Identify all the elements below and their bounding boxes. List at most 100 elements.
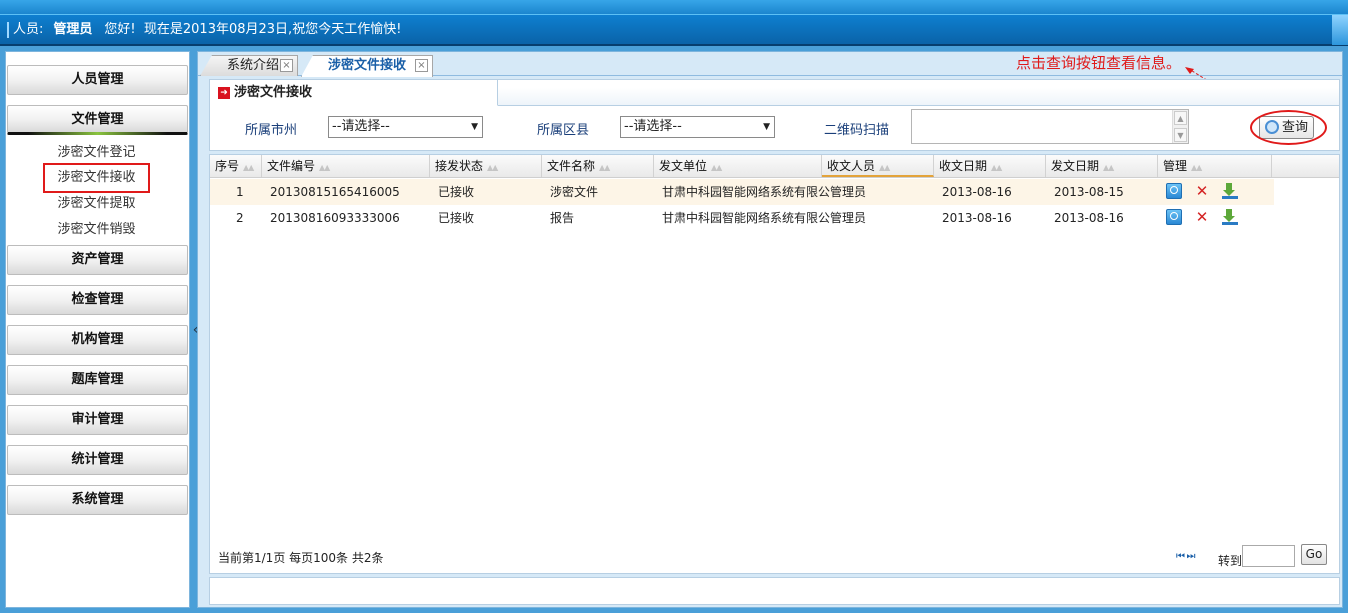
- cell-unit: 甘肃中科园智能网络系统有限公: [662, 185, 830, 199]
- sort-icon: ▲▲: [1191, 163, 1202, 172]
- col-header-label: 文件名称: [547, 159, 596, 173]
- sort-icon: ▲▲: [319, 163, 330, 172]
- col-header-code[interactable]: 文件编号 ▲▲: [262, 155, 430, 177]
- tab-system-intro[interactable]: 系统介绍 ×: [200, 55, 298, 76]
- menu-inspection[interactable]: 检查管理: [7, 285, 188, 315]
- download-icon[interactable]: [1222, 183, 1238, 199]
- main-panel: 系统介绍 × 涉密文件接收 × 点击查询按钮查看信息。 ➜ 涉密文件接收 所属市…: [197, 51, 1343, 608]
- cell-send-date: 2013-08-15: [1054, 185, 1124, 199]
- divider: [7, 21, 9, 38]
- cell-no: 2: [236, 211, 244, 225]
- col-header-label: 发文单位: [659, 159, 708, 173]
- header-banner: [0, 0, 1348, 14]
- delete-icon[interactable]: ✕: [1194, 209, 1210, 225]
- district-select[interactable]: --请选择-- ▼: [620, 116, 775, 138]
- col-header-unit[interactable]: 发文单位 ▲▲: [654, 155, 822, 177]
- section-header: ➜ 涉密文件接收: [210, 80, 498, 106]
- menu-statistics[interactable]: 统计管理: [7, 445, 188, 475]
- download-icon[interactable]: [1222, 209, 1238, 225]
- col-header-receiver[interactable]: 收文人员 ▲▲: [822, 155, 934, 177]
- submenu-label: 涉密文件登记: [57, 145, 136, 160]
- submenu-file-destroy[interactable]: 涉密文件销毁: [6, 218, 187, 242]
- greeting-text: 您好!: [104, 22, 136, 37]
- menu-system[interactable]: 系统管理: [7, 485, 188, 515]
- delete-icon[interactable]: ✕: [1194, 183, 1210, 199]
- cell-receiver: 管理员: [830, 185, 867, 199]
- view-icon[interactable]: [1166, 209, 1182, 225]
- city-select[interactable]: --请选择-- ▼: [328, 116, 483, 138]
- view-icon[interactable]: [1166, 183, 1182, 199]
- col-header-label: 发文日期: [1051, 159, 1100, 173]
- col-header-name[interactable]: 文件名称 ▲▲: [542, 155, 654, 177]
- menu-assets[interactable]: 资产管理: [7, 245, 188, 275]
- submenu-label: 涉密文件提取: [57, 196, 136, 211]
- close-icon[interactable]: ×: [415, 59, 428, 72]
- menu-audit[interactable]: 审计管理: [7, 405, 188, 435]
- scrollbar[interactable]: ▲ ▼: [1172, 110, 1188, 143]
- district-label: 所属区县: [537, 123, 590, 138]
- cell-status: 已接收: [438, 185, 475, 199]
- submenu-file-extract[interactable]: 涉密文件提取: [6, 192, 187, 216]
- col-header-label: 收文人员: [827, 159, 876, 173]
- scroll-down-icon[interactable]: ▼: [1174, 128, 1187, 142]
- sort-icon: ▲▲: [1103, 163, 1114, 172]
- cell-code: 20130816093333006: [270, 211, 400, 225]
- col-header-status[interactable]: 接发状态 ▲▲: [430, 155, 542, 177]
- goto-label: 转到: [1218, 554, 1243, 568]
- tab-file-receive[interactable]: 涉密文件接收 ×: [301, 55, 433, 77]
- pager-nav: ⏮ ⏭: [1176, 551, 1196, 562]
- district-select-value: --请选择--: [624, 119, 682, 134]
- cell-code: 20130815165416005: [270, 185, 400, 199]
- sidebar: 人员管理 文件管理 涉密文件登记 涉密文件接收 涉密文件提取 涉密文件销毁 资产…: [5, 51, 190, 608]
- last-page-icon[interactable]: ⏭: [1187, 551, 1196, 562]
- sort-icon: ▲▲: [879, 163, 890, 172]
- go-button[interactable]: Go: [1301, 544, 1327, 565]
- top-bar: 人员: 管理员 您好! 现在是2013年08月23日,祝您今天工作愉快!: [0, 0, 1348, 46]
- arrow-icon: ➜: [218, 87, 230, 99]
- submenu-label: 涉密文件销毁: [57, 222, 136, 237]
- data-grid: 序号 ▲▲ 文件编号 ▲▲ 接发状态 ▲▲ 文件名称 ▲▲ 发文单位 ▲▲ 收文人员 ▲▲ …: [209, 154, 1340, 574]
- annotation-circle: [1250, 110, 1327, 145]
- col-header-manage: 管理 ▲▲: [1158, 155, 1272, 177]
- sort-icon: ▲▲: [711, 163, 722, 172]
- goto-page-input[interactable]: [1242, 545, 1295, 567]
- tab-label: 系统介绍: [227, 58, 280, 73]
- first-page-icon[interactable]: ⏮: [1176, 551, 1185, 562]
- menu-question-bank[interactable]: 题库管理: [7, 365, 188, 395]
- dropdown-arrow-icon: ▼: [763, 122, 770, 132]
- dropdown-arrow-icon: ▼: [471, 122, 478, 132]
- section-title: 涉密文件接收: [234, 85, 313, 100]
- sort-icon: ▲▲: [243, 163, 254, 172]
- col-header-label: 文件编号: [267, 159, 316, 173]
- sort-icon: ▲▲: [487, 163, 498, 172]
- table-row[interactable]: 1 20130815165416005 已接收 涉密文件 甘肃中科园智能网络系统…: [210, 179, 1274, 205]
- qr-scan-label: 二维码扫描: [824, 123, 890, 138]
- user-label: 人员:: [13, 22, 44, 37]
- footer-area: [209, 577, 1340, 605]
- col-header-send-date[interactable]: 发文日期 ▲▲: [1046, 155, 1158, 177]
- cell-name: 涉密文件: [550, 185, 599, 199]
- menu-files[interactable]: 文件管理: [7, 105, 188, 135]
- scroll-up-icon[interactable]: ▲: [1174, 111, 1187, 125]
- cell-no: 1: [236, 185, 244, 199]
- submenu-file-receive[interactable]: 涉密文件接收: [6, 163, 187, 193]
- cell-unit: 甘肃中科园智能网络系统有限公: [662, 211, 830, 225]
- table-row[interactable]: 2 20130816093333006 已接收 报告 甘肃中科园智能网络系统有限…: [210, 205, 1274, 231]
- close-icon[interactable]: ×: [280, 59, 293, 72]
- col-header-label: 序号: [215, 159, 240, 173]
- qr-scan-textarea[interactable]: ▲ ▼: [911, 109, 1189, 144]
- search-panel: ➜ 涉密文件接收 所属市州 --请选择-- ▼ 所属区县 --请选择-- ▼ 二维码…: [209, 79, 1340, 151]
- corner-decoration: [1332, 15, 1348, 45]
- col-header-label: 管理: [1163, 159, 1188, 173]
- pager-info: 当前第1/1页 每页100条 共2条: [218, 551, 384, 565]
- tab-label: 涉密文件接收: [328, 58, 407, 73]
- menu-organization[interactable]: 机构管理: [7, 325, 188, 355]
- menu-personnel[interactable]: 人员管理: [7, 65, 188, 95]
- date-message: 现在是2013年08月23日,祝您今天工作愉快!: [143, 22, 402, 37]
- sort-icon: ▲▲: [599, 163, 610, 172]
- cell-receiver: 管理员: [830, 211, 867, 225]
- col-header-recv-date[interactable]: 收文日期 ▲▲: [934, 155, 1046, 177]
- submenu-label: 涉密文件接收: [43, 163, 150, 193]
- submenu-file-register[interactable]: 涉密文件登记: [6, 141, 187, 165]
- col-header-no[interactable]: 序号 ▲▲: [210, 155, 262, 177]
